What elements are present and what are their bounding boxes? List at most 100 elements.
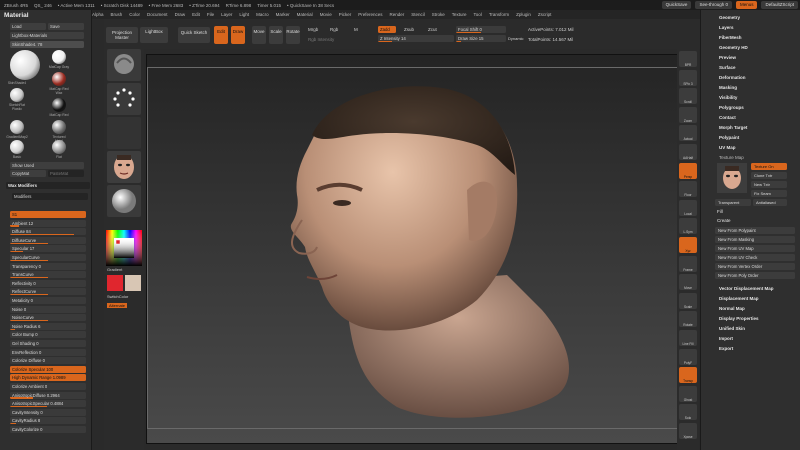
tool-subpalette-geometry[interactable]: Geometry <box>719 15 740 20</box>
modifier-slider[interactable]: Specular 17 <box>10 245 86 253</box>
modifier-slider[interactable]: Transparency 0 <box>10 262 86 270</box>
rgb-intensity-slider[interactable]: Rgb Intensity <box>308 37 334 42</box>
clone-txtr-button[interactable]: Clone Txtr <box>751 172 787 179</box>
view-button-xpose[interactable]: Xpose <box>679 423 697 439</box>
view-button-scroll[interactable]: Scroll <box>679 88 697 105</box>
load-button[interactable]: Load <box>10 23 46 30</box>
modifier-slider[interactable]: S1 <box>10 211 86 218</box>
tool-subpalette-normal-map[interactable]: Normal Map <box>719 306 745 311</box>
menu-zplugin[interactable]: Zplugin <box>516 12 531 17</box>
view-button-persp[interactable]: Persp <box>679 162 697 179</box>
tool-subpalette-vector-displacement-map[interactable]: Vector Displacement Map <box>719 286 774 291</box>
texture-map-thumbnail[interactable] <box>717 163 747 193</box>
menu-movie[interactable]: Movie <box>320 12 332 17</box>
lightbox-materials-button[interactable]: Lightbox›Materials <box>10 32 84 39</box>
modifier-slider[interactable]: CavityColorize 0 <box>10 426 86 433</box>
tool-subpalette-morph-target[interactable]: Morph Target <box>719 125 747 130</box>
gradient-toggle[interactable]: Gradient <box>107 267 122 272</box>
texture-map-header[interactable]: Texture Map <box>719 155 744 160</box>
z-intensity-slider[interactable]: Z Intensity 14 <box>378 35 454 42</box>
view-button-aahalf[interactable]: AAHalf <box>679 144 697 160</box>
modifier-slider[interactable]: Reflectivity 0 <box>10 279 86 287</box>
view-button-rotate[interactable]: Rotate <box>679 311 697 328</box>
view-button-zoom[interactable]: Zoom <box>679 106 697 123</box>
brush-thumbnail[interactable] <box>107 49 141 81</box>
tool-subpalette-geometry-hd[interactable]: Geometry HD <box>719 45 748 50</box>
create-item[interactable]: New From Polypaint <box>715 227 795 234</box>
menu-edit[interactable]: Edit <box>192 12 200 17</box>
head-sculpt[interactable] <box>147 55 684 444</box>
view-button-scale[interactable]: Scale <box>679 292 697 309</box>
modifier-slider[interactable]: TransCurve <box>10 271 86 279</box>
script-button[interactable]: DefaultZScript <box>761 1 798 9</box>
zsub-toggle[interactable]: Zsub <box>404 27 414 32</box>
save-button[interactable]: Save <box>48 23 84 30</box>
antialiased-toggle[interactable]: Antialiased <box>753 199 787 206</box>
menu-preferences[interactable]: Preferences <box>358 12 382 17</box>
fix-seam-button[interactable]: Fix Seam <box>751 190 787 197</box>
menu-transform[interactable]: Transform <box>489 12 509 17</box>
tool-subpalette-visibility[interactable]: Visibility <box>719 95 737 100</box>
modifiers-header[interactable]: Modifiers <box>12 193 88 200</box>
menu-light[interactable]: Light <box>239 12 249 17</box>
lightbox-button[interactable]: LightBox <box>140 27 168 43</box>
scale-button[interactable]: Scale <box>269 26 283 44</box>
menu-render[interactable]: Render <box>389 12 404 17</box>
material-swatch[interactable] <box>52 50 66 64</box>
mrgb-toggle[interactable]: Mrgb <box>308 27 318 32</box>
modifier-slider[interactable]: Color Bump 0 <box>10 331 86 339</box>
new-txtr-button[interactable]: New Txtr <box>751 181 787 188</box>
create-header[interactable]: Create <box>717 218 731 223</box>
material-swatch[interactable] <box>52 120 66 134</box>
dynamic-toggle[interactable]: Dynamic <box>508 36 524 41</box>
fill-button[interactable]: Fill <box>717 209 723 214</box>
texture-on-toggle[interactable]: Texture On <box>751 163 787 170</box>
modifier-slider[interactable]: Noise Radius 6 <box>10 322 86 330</box>
rgb-toggle[interactable]: Rgb <box>330 27 338 32</box>
menu-marker[interactable]: Marker <box>276 12 290 17</box>
view-button-actual[interactable]: Actual <box>679 125 697 142</box>
modifier-slider[interactable]: NoiseCurve <box>10 314 86 322</box>
view-button-floor[interactable]: Floor <box>679 181 697 198</box>
menu-file[interactable]: File <box>207 12 214 17</box>
modifier-slider[interactable]: High Dynamic Range 1.0989 <box>10 374 86 382</box>
material-swatch[interactable] <box>10 88 24 102</box>
tool-subpalette-display-properties[interactable]: Display Properties <box>719 316 759 321</box>
tool-subpalette-deformation[interactable]: Deformation <box>719 75 746 80</box>
menu-alpha[interactable]: Alpha <box>92 12 104 17</box>
stroke-thumbnail[interactable] <box>107 83 141 115</box>
modifier-slider[interactable]: CavityRadius 8 <box>10 417 86 425</box>
view-button-move[interactable]: Move <box>679 274 697 291</box>
modifier-slider[interactable]: EnvReflection 0 <box>10 348 86 356</box>
quick-sketch-button[interactable]: Quick Sketch <box>178 27 210 43</box>
view-button-spix-3[interactable]: SPix 3 <box>679 69 697 86</box>
alternate-button[interactable]: Alternate <box>107 303 128 308</box>
tool-subpalette-polygroups[interactable]: Polygroups <box>719 105 744 110</box>
show-used-button[interactable]: Show Used <box>10 162 84 169</box>
modifier-slider[interactable]: CavityIntensity 0 <box>10 408 86 416</box>
draw-size-slider[interactable]: Draw Size 15 <box>456 35 506 42</box>
tool-subpalette-export[interactable]: Export <box>719 346 733 351</box>
texture-thumbnail[interactable] <box>107 151 141 183</box>
current-material[interactable]: SkinShade4. 78 <box>10 41 84 48</box>
wax-modifiers-header[interactable]: Wax Modifiers <box>6 182 90 189</box>
tool-subpalette-masking[interactable]: Masking <box>719 85 737 90</box>
material-swatch[interactable] <box>10 50 40 80</box>
alpha-thumbnail[interactable] <box>107 117 141 149</box>
m-toggle[interactable]: M <box>354 27 358 32</box>
main-color-swatch[interactable] <box>107 275 123 291</box>
modifier-slider[interactable]: Metalicity 0 <box>10 297 86 304</box>
modifier-slider[interactable]: Colorize Ambient 0 <box>10 383 86 390</box>
document-canvas[interactable] <box>146 54 684 444</box>
create-item[interactable]: New From UV Check <box>715 254 795 261</box>
view-button-l-sym[interactable]: L.Sym <box>679 218 697 235</box>
material-swatch[interactable] <box>52 72 66 86</box>
focal-shift-slider[interactable]: Focal Shift 0 <box>456 26 506 33</box>
modifier-slider[interactable]: AnisotropicDiffuse 0.2964 <box>10 391 86 399</box>
view-button-line-fill[interactable]: Line Fill <box>679 330 697 346</box>
material-swatch[interactable] <box>10 140 24 154</box>
tool-subpalette-unified-skin[interactable]: Unified Skin <box>719 326 745 331</box>
material-swatch[interactable] <box>10 120 24 134</box>
modifier-slider[interactable]: DiffuseCurve <box>10 236 86 244</box>
menu-layer[interactable]: Layer <box>221 12 232 17</box>
